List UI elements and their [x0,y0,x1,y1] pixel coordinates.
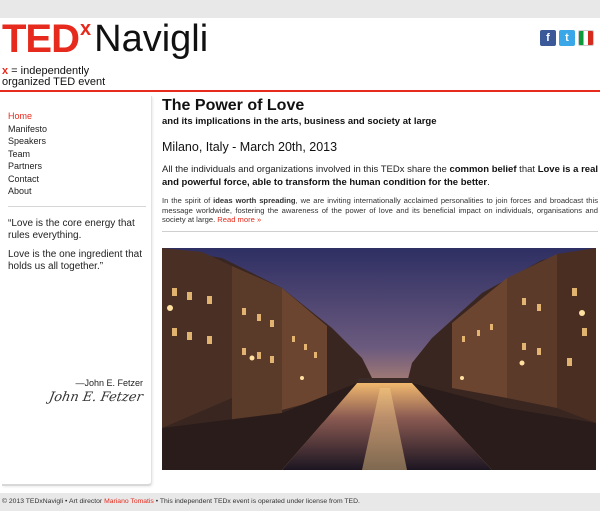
nav-item-team[interactable]: Team [8,148,47,161]
logo-ted-text: TED [2,17,80,61]
logo-x-superscript: x [80,18,92,40]
nav-item-speakers[interactable]: Speakers [8,135,47,148]
body-paragraph: In the spirit of ideas worth spreading, … [162,196,598,225]
lead-paragraph: All the individuals and organizations in… [162,164,598,188]
navigli-canal-photo [162,248,596,470]
tedx-navigli-logo[interactable]: TED x Navigli x = independently organize… [2,17,209,88]
page-subtitle: and its implications in the arts, busine… [162,116,437,127]
nav-item-contact[interactable]: Contact [8,173,47,186]
facebook-icon[interactable]: f [540,30,556,46]
event-location-date: Milano, Italy - March 20th, 2013 [162,140,338,154]
main-nav: Home Manifesto Speakers Team Partners Co… [8,110,47,198]
love-quote: “Love is the core energy that rules ever… [8,218,148,280]
sidebar-divider [8,206,146,207]
site-footer: © 2013 TEDxNavigli • Art director Marian… [0,493,600,511]
sidebar: Home Manifesto Speakers Team Partners Co… [2,96,152,486]
social-links: f t [540,30,594,46]
content-divider [162,230,598,232]
top-bar [0,0,600,18]
nav-item-about[interactable]: About [8,185,47,198]
nav-item-home[interactable]: Home [8,110,47,123]
quote-author: —John E. Fetzer [75,378,143,388]
author-signature: John E. Fetzer [48,390,145,405]
logo-city-name: Navigli [94,18,209,60]
quote-line-1: “Love is the core energy that rules ever… [8,218,135,241]
nav-item-manifesto[interactable]: Manifesto [8,123,47,136]
logo-tagline: x = independently organized TED event [2,65,106,88]
art-director-link[interactable]: Mariano Tomatis [104,498,154,505]
page-title: The Power of Love [162,97,305,114]
twitter-icon[interactable]: t [559,30,575,46]
quote-line-2: Love is the one ingredient that holds us… [8,249,142,272]
nav-item-partners[interactable]: Partners [8,160,47,173]
read-more-link[interactable]: Read more » [217,215,261,224]
main-content: The Power of Love and its implications i… [162,96,598,232]
italian-flag-icon[interactable] [578,30,594,46]
site-header: TED x Navigli x = independently organize… [0,18,600,92]
header-divider [0,90,600,92]
